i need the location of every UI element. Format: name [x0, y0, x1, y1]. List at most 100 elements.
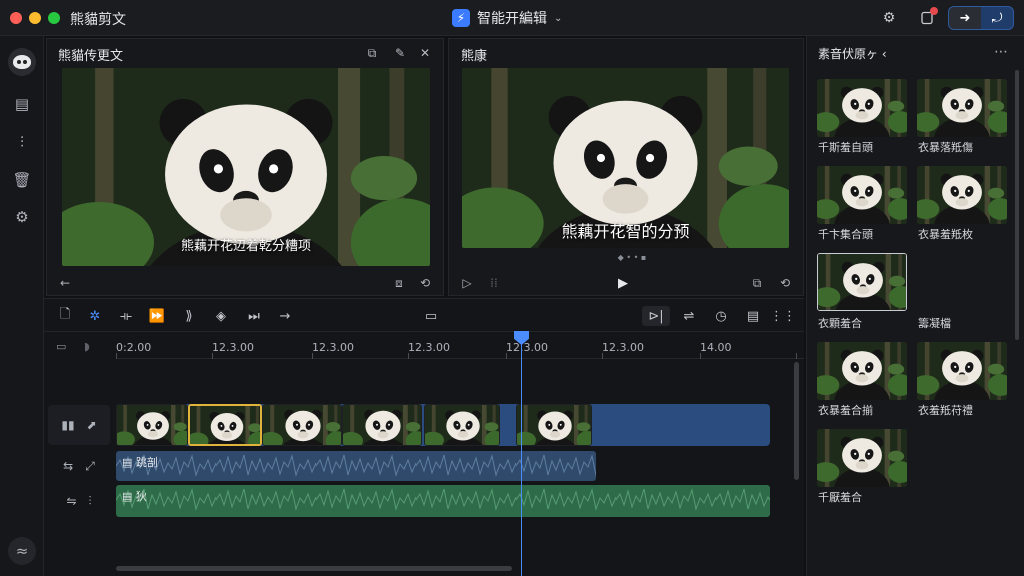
horizontal-scrollbar[interactable]: [116, 566, 512, 571]
notification-badge: [930, 7, 938, 15]
maximize-window-button[interactable]: [48, 12, 60, 24]
tick-label: 14.00: [700, 341, 732, 354]
library-thumb[interactable]: [917, 342, 1007, 400]
mode-toggle[interactable]: ➜ ⤾: [948, 6, 1014, 30]
audio-clip-2[interactable]: ▤ 狄: [116, 485, 770, 517]
library-thumb[interactable]: [817, 79, 907, 137]
audio-track-header-1[interactable]: ⇆ ⤢: [48, 452, 110, 480]
video-track[interactable]: [116, 404, 770, 446]
split-icon[interactable]: ⟛: [115, 306, 137, 326]
loop-icon[interactable]: ⟲: [776, 274, 794, 292]
back-arrow-icon[interactable]: ←: [56, 274, 74, 292]
tick-label: 0:2.00: [116, 341, 152, 354]
chevron-down-icon: ⌄: [554, 12, 563, 24]
program-panel-title: 熊康: [461, 49, 488, 64]
app-logo-icon: ⚡: [452, 9, 470, 27]
trash-icon[interactable]: 🗑: [8, 166, 36, 194]
marker-icon[interactable]: ⊳|: [642, 306, 670, 326]
library-item-label: 千厭羞合: [818, 491, 862, 504]
vertical-scrollbar[interactable]: [794, 362, 799, 480]
audio-clip-label: ▤ 跳剖: [122, 456, 158, 469]
settings-gear-icon[interactable]: ⚙: [8, 203, 36, 231]
video-track-icon[interactable]: ▮▮: [61, 418, 74, 432]
zoom-icon[interactable]: ◗: [84, 340, 102, 354]
app-title: 熊貓剪文: [70, 12, 126, 28]
page-dots[interactable]: ◆ • • ▪: [608, 252, 656, 262]
library-item-label: 千卞集合頭: [818, 228, 873, 241]
waveform-icon[interactable]: ⫶: [89, 494, 92, 509]
project-title: 智能开編辑: [477, 11, 547, 27]
library-item-label: 衣暴落羝傷: [918, 141, 973, 154]
sync-icon[interactable]: ⤾: [981, 7, 1013, 29]
tick-label: 12.3.00: [408, 341, 450, 354]
tick-label: 12.3.00: [506, 341, 548, 354]
caption-icon[interactable]: ▭: [420, 306, 442, 326]
fit-frame-icon[interactable]: ⧈: [390, 274, 408, 292]
help-icon[interactable]: ≈: [8, 537, 36, 565]
next-frame-icon[interactable]: ⏭: [243, 306, 265, 326]
clock-icon[interactable]: ◷: [710, 306, 732, 326]
link-icon[interactable]: ⬈: [87, 418, 97, 432]
video-clip[interactable]: [342, 404, 422, 446]
audio-clip-1[interactable]: ▤ 跳剖: [116, 451, 596, 481]
export-frame-icon[interactable]: ⧉: [748, 274, 766, 292]
ripple-icon[interactable]: ⇌: [678, 306, 700, 326]
library-item-label: 衣顆羞合: [818, 317, 862, 330]
video-clip[interactable]: [116, 404, 188, 446]
panda-avatar[interactable]: [8, 48, 36, 76]
video-clip[interactable]: [516, 404, 592, 446]
more-options-icon[interactable]: ⋯: [994, 44, 1008, 60]
media-library-icon[interactable]: ▤: [8, 90, 36, 118]
share-icon[interactable]: ➜: [949, 7, 981, 29]
library-thumb[interactable]: [817, 429, 907, 487]
more-icon[interactable]: ⋮⋮: [770, 306, 796, 326]
play-small-icon[interactable]: ▷: [458, 274, 476, 292]
video-track-header[interactable]: ▮▮ ⬈: [48, 405, 110, 445]
video-clip[interactable]: [424, 404, 500, 446]
swap-icon[interactable]: ⇆: [63, 459, 73, 473]
playhead-line[interactable]: [521, 334, 522, 576]
minimize-window-button[interactable]: [29, 12, 41, 24]
library-title[interactable]: 素音伏原ヶ ‹: [818, 45, 887, 62]
layers-icon[interactable]: ◈: [210, 306, 232, 326]
video-clip[interactable]: [262, 404, 342, 446]
source-caption: 熊藕开花辺着乾分糟项: [180, 239, 311, 254]
subtitle-icon[interactable]: ▤: [742, 306, 764, 326]
library-scrollbar[interactable]: [1015, 70, 1019, 340]
library-thumb[interactable]: [917, 79, 1007, 137]
close-window-button[interactable]: [10, 12, 22, 24]
tick-label: 12.3.00: [602, 341, 644, 354]
volume-icon[interactable]: ⁞⁞: [485, 274, 503, 292]
audio-clip-label: ▤ 狄: [122, 490, 147, 503]
close-icon[interactable]: ✕: [416, 44, 434, 62]
audio-track-header-2[interactable]: ⇋ ⫶: [48, 487, 110, 515]
library-thumb[interactable]: [817, 342, 907, 400]
time-ruler[interactable]: 0:2.00 12.3.00 12.3.00 12.3.00 12.3.00 1…: [116, 333, 804, 359]
library-item-label: 衣暴羞羝枚: [918, 228, 973, 241]
library-thumb-selected[interactable]: [817, 253, 907, 311]
new-file-icon[interactable]: 🗋: [54, 306, 76, 326]
video-clip-selected[interactable]: [188, 404, 262, 446]
loop-icon[interactable]: ⟲: [416, 274, 434, 292]
arrow-right-icon[interactable]: →: [274, 306, 296, 326]
project-title-dropdown[interactable]: ⚡ 智能开編辑 ⌄: [452, 8, 562, 28]
library-thumb[interactable]: [917, 166, 1007, 224]
library-item-label: 千斯羞自頭: [818, 141, 873, 154]
library-item-label: 衣暴羞合揃: [818, 404, 873, 417]
fast-forward-icon[interactable]: ⏩: [146, 306, 168, 326]
expand-icon[interactable]: ⤢: [85, 459, 95, 474]
play-button[interactable]: ▶: [614, 274, 632, 292]
tick-label: 12.3.00: [212, 341, 254, 354]
edit-pencil-icon[interactable]: ✎: [391, 44, 409, 62]
speed-icon[interactable]: ⟫: [178, 306, 200, 326]
settings-icon[interactable]: ⚙: [878, 7, 900, 29]
library-thumb[interactable]: [817, 166, 907, 224]
audio-icon[interactable]: ⫶: [8, 128, 36, 156]
source-panel-title: 熊貓传更文: [58, 49, 124, 64]
timeline-settings-icon[interactable]: ▭: [56, 340, 72, 354]
library-item-label: 衣羞羝苻禮: [918, 404, 973, 417]
export-icon[interactable]: ⧉: [363, 44, 381, 62]
tick-label: 12.3.00: [312, 341, 354, 354]
mix-icon[interactable]: ⇋: [66, 494, 76, 508]
magnet-gear-icon[interactable]: ✲: [84, 306, 106, 326]
